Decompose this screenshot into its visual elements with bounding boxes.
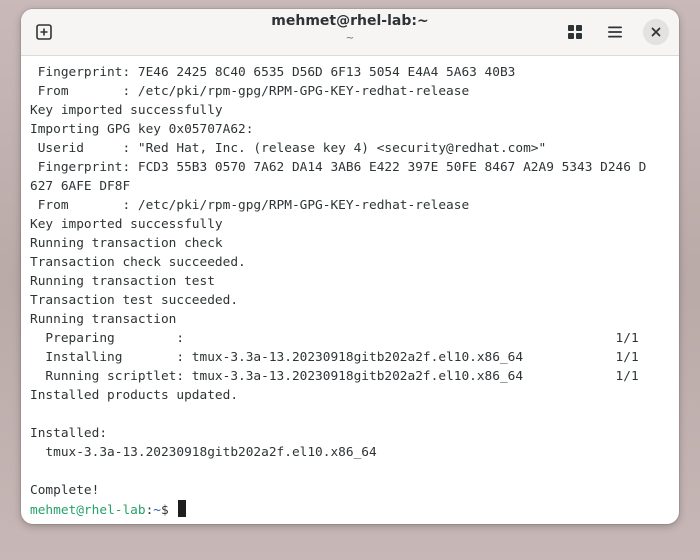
terminal-line: Importing GPG key 0x05707A62: (30, 122, 254, 137)
prompt-user-host: mehmet@rhel-lab (30, 503, 146, 518)
terminal-line: Userid : "Red Hat, Inc. (release key 4) … (30, 141, 547, 156)
terminal-line: Installed: (30, 426, 108, 441)
prompt-path: ~ (153, 503, 162, 518)
shell-prompt[interactable]: mehmet@rhel-lab:~$ (30, 500, 673, 519)
terminal-line: Installed products updated. (30, 388, 239, 403)
close-button[interactable] (643, 19, 669, 45)
terminal-line: Fingerprint: FCD3 55B3 0570 7A62 DA14 3A… (30, 160, 647, 175)
terminal-line: Fingerprint: 7E46 2425 8C40 6535 D56D 6F… (30, 65, 516, 80)
terminal-line: Installing : tmux-3.3a-13.20230918gitb20… (30, 350, 639, 365)
terminal-output[interactable]: Fingerprint: 7E46 2425 8C40 6535 D56D 6F… (30, 63, 673, 521)
terminal-line: Preparing : 1/1 (30, 331, 639, 346)
terminal-line: Running transaction test (30, 274, 215, 289)
terminal-line: From : /etc/pki/rpm-gpg/RPM-GPG-KEY-redh… (30, 198, 470, 213)
terminal-line: Transaction test succeeded. (30, 293, 239, 308)
terminal-line: From : /etc/pki/rpm-gpg/RPM-GPG-KEY-redh… (30, 84, 470, 99)
terminal-line: Running scriptlet: tmux-3.3a-13.20230918… (30, 369, 639, 384)
terminal-line: Key imported successfully (30, 103, 223, 118)
terminal-line: Transaction check succeeded. (30, 255, 246, 270)
grid-icon (568, 25, 582, 39)
close-icon (651, 27, 661, 37)
terminal-line: Complete! (30, 483, 100, 498)
terminal-line: Key imported successfully (30, 217, 223, 232)
text-cursor (178, 500, 187, 517)
hamburger-menu-icon (608, 26, 622, 38)
header-bar: mehmet@rhel-lab:~ ~ (21, 9, 679, 56)
terminal-line: 627 6AFE DF8F (30, 179, 131, 194)
terminal-line: Running transaction check (30, 236, 223, 251)
main-menu-button[interactable] (601, 18, 629, 46)
terminal-window: mehmet@rhel-lab:~ ~ Fingerprint: 7E46 24… (21, 9, 679, 524)
terminal-line: tmux-3.3a-13.20230918gitb202a2f.el10.x86… (30, 445, 377, 460)
tab-overview-button[interactable] (561, 18, 589, 46)
prompt-symbol: $ (161, 503, 177, 518)
terminal-line: Running transaction (30, 312, 177, 327)
